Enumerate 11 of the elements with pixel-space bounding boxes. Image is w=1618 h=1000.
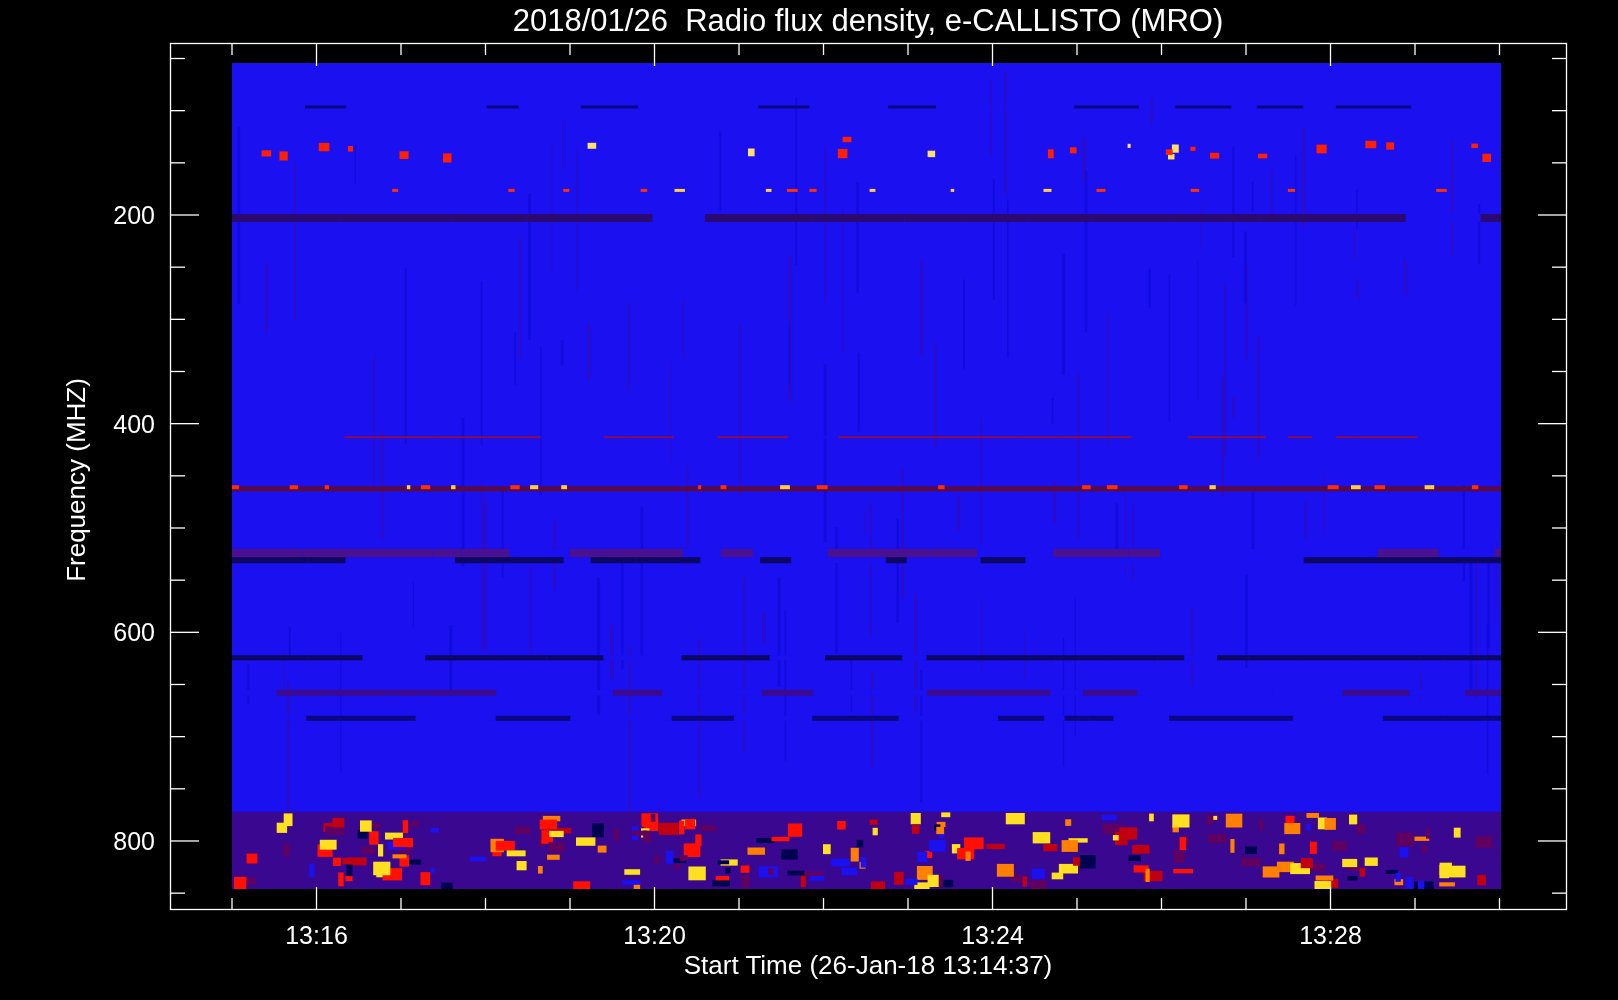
tick-label: 200 bbox=[113, 201, 155, 229]
tick-label: 400 bbox=[113, 409, 155, 438]
axis-label: Start Time (26-Jan-18 13:14:37) bbox=[683, 950, 1053, 980]
plot-title: 2018/01/26 Radio flux density, e-CALLISTO (MRO) bbox=[512, 3, 1224, 38]
axis-label: Frequency (MHZ) bbox=[61, 378, 91, 582]
tick-label: 13:20 bbox=[623, 921, 686, 949]
tick-label: 600 bbox=[113, 618, 155, 647]
tick-label: 13:24 bbox=[961, 921, 1024, 949]
tick-label: 13:28 bbox=[1299, 921, 1362, 949]
tick-label: 13:16 bbox=[285, 921, 348, 949]
tick-label: 800 bbox=[113, 827, 155, 855]
